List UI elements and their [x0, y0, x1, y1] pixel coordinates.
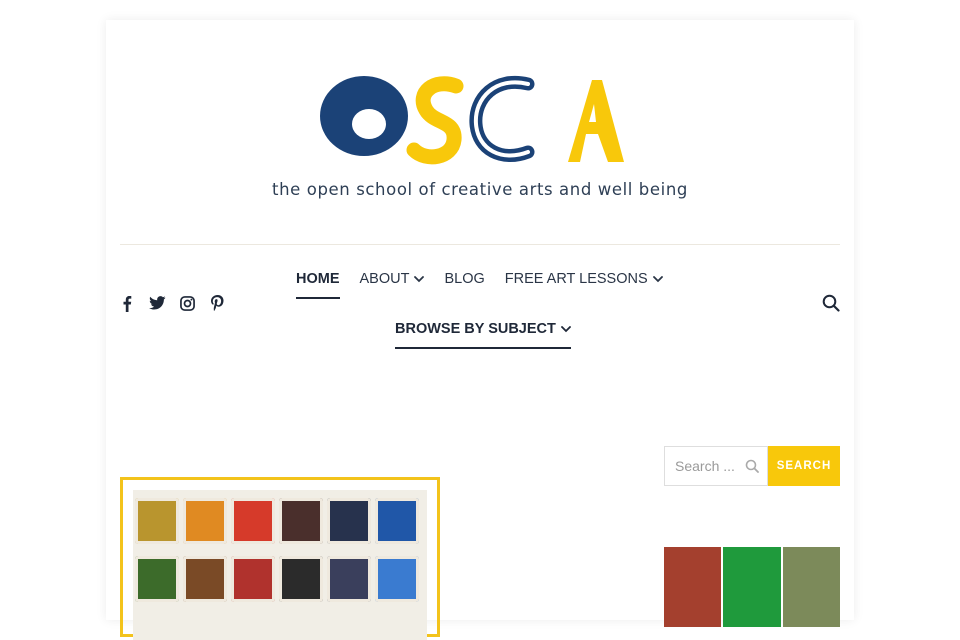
instagram-icon[interactable] — [178, 294, 196, 312]
site-logo[interactable]: the open school of creative arts and wel… — [126, 48, 834, 208]
nav-blog[interactable]: BLOG — [444, 271, 484, 299]
sidebar-search: SEARCH — [664, 446, 840, 486]
page-card: the open school of creative arts and wel… — [106, 20, 854, 640]
watercolor-palette-image — [133, 490, 427, 640]
featured-post-image[interactable] — [120, 477, 440, 640]
nav-about-label: ABOUT — [359, 271, 410, 287]
nav-home-label: HOME — [296, 271, 340, 287]
sidebar-artwork-image[interactable] — [664, 547, 840, 627]
search-icon[interactable] — [822, 294, 840, 312]
primary-nav-row-2: BROWSE BY SUBJECT — [395, 321, 571, 349]
chevron-down-icon — [414, 276, 425, 283]
osca-logo-mark — [320, 75, 624, 165]
nav-home[interactable]: HOME — [296, 271, 340, 299]
sidebar-search-field — [664, 446, 768, 486]
nav-blog-label: BLOG — [444, 271, 485, 287]
twitter-icon[interactable] — [148, 294, 166, 312]
sidebar-search-input[interactable] — [675, 458, 739, 474]
sidebar-search-button[interactable]: SEARCH — [768, 446, 840, 486]
header-divider — [120, 244, 840, 245]
pinterest-icon[interactable] — [208, 294, 226, 312]
chevron-down-icon — [652, 276, 663, 283]
artwork-panel — [723, 547, 781, 627]
artwork-panel — [664, 547, 722, 627]
site-tagline: the open school of creative arts and wel… — [272, 180, 688, 199]
nav-free-art-lessons[interactable]: FREE ART LESSONS — [505, 271, 663, 299]
chevron-down-icon — [560, 326, 571, 333]
artwork-panel — [782, 547, 840, 627]
nav-browse-by-subject[interactable]: BROWSE BY SUBJECT — [395, 321, 571, 349]
facebook-icon[interactable] — [118, 294, 136, 312]
nav-free-art-lessons-label: FREE ART LESSONS — [504, 271, 648, 287]
search-icon — [745, 459, 759, 473]
social-links — [118, 294, 226, 312]
primary-nav: HOME ABOUT BLOG FREE ART LESSONS — [296, 271, 663, 299]
nav-about[interactable]: ABOUT — [360, 271, 425, 299]
nav-browse-by-subject-label: BROWSE BY SUBJECT — [395, 321, 556, 337]
